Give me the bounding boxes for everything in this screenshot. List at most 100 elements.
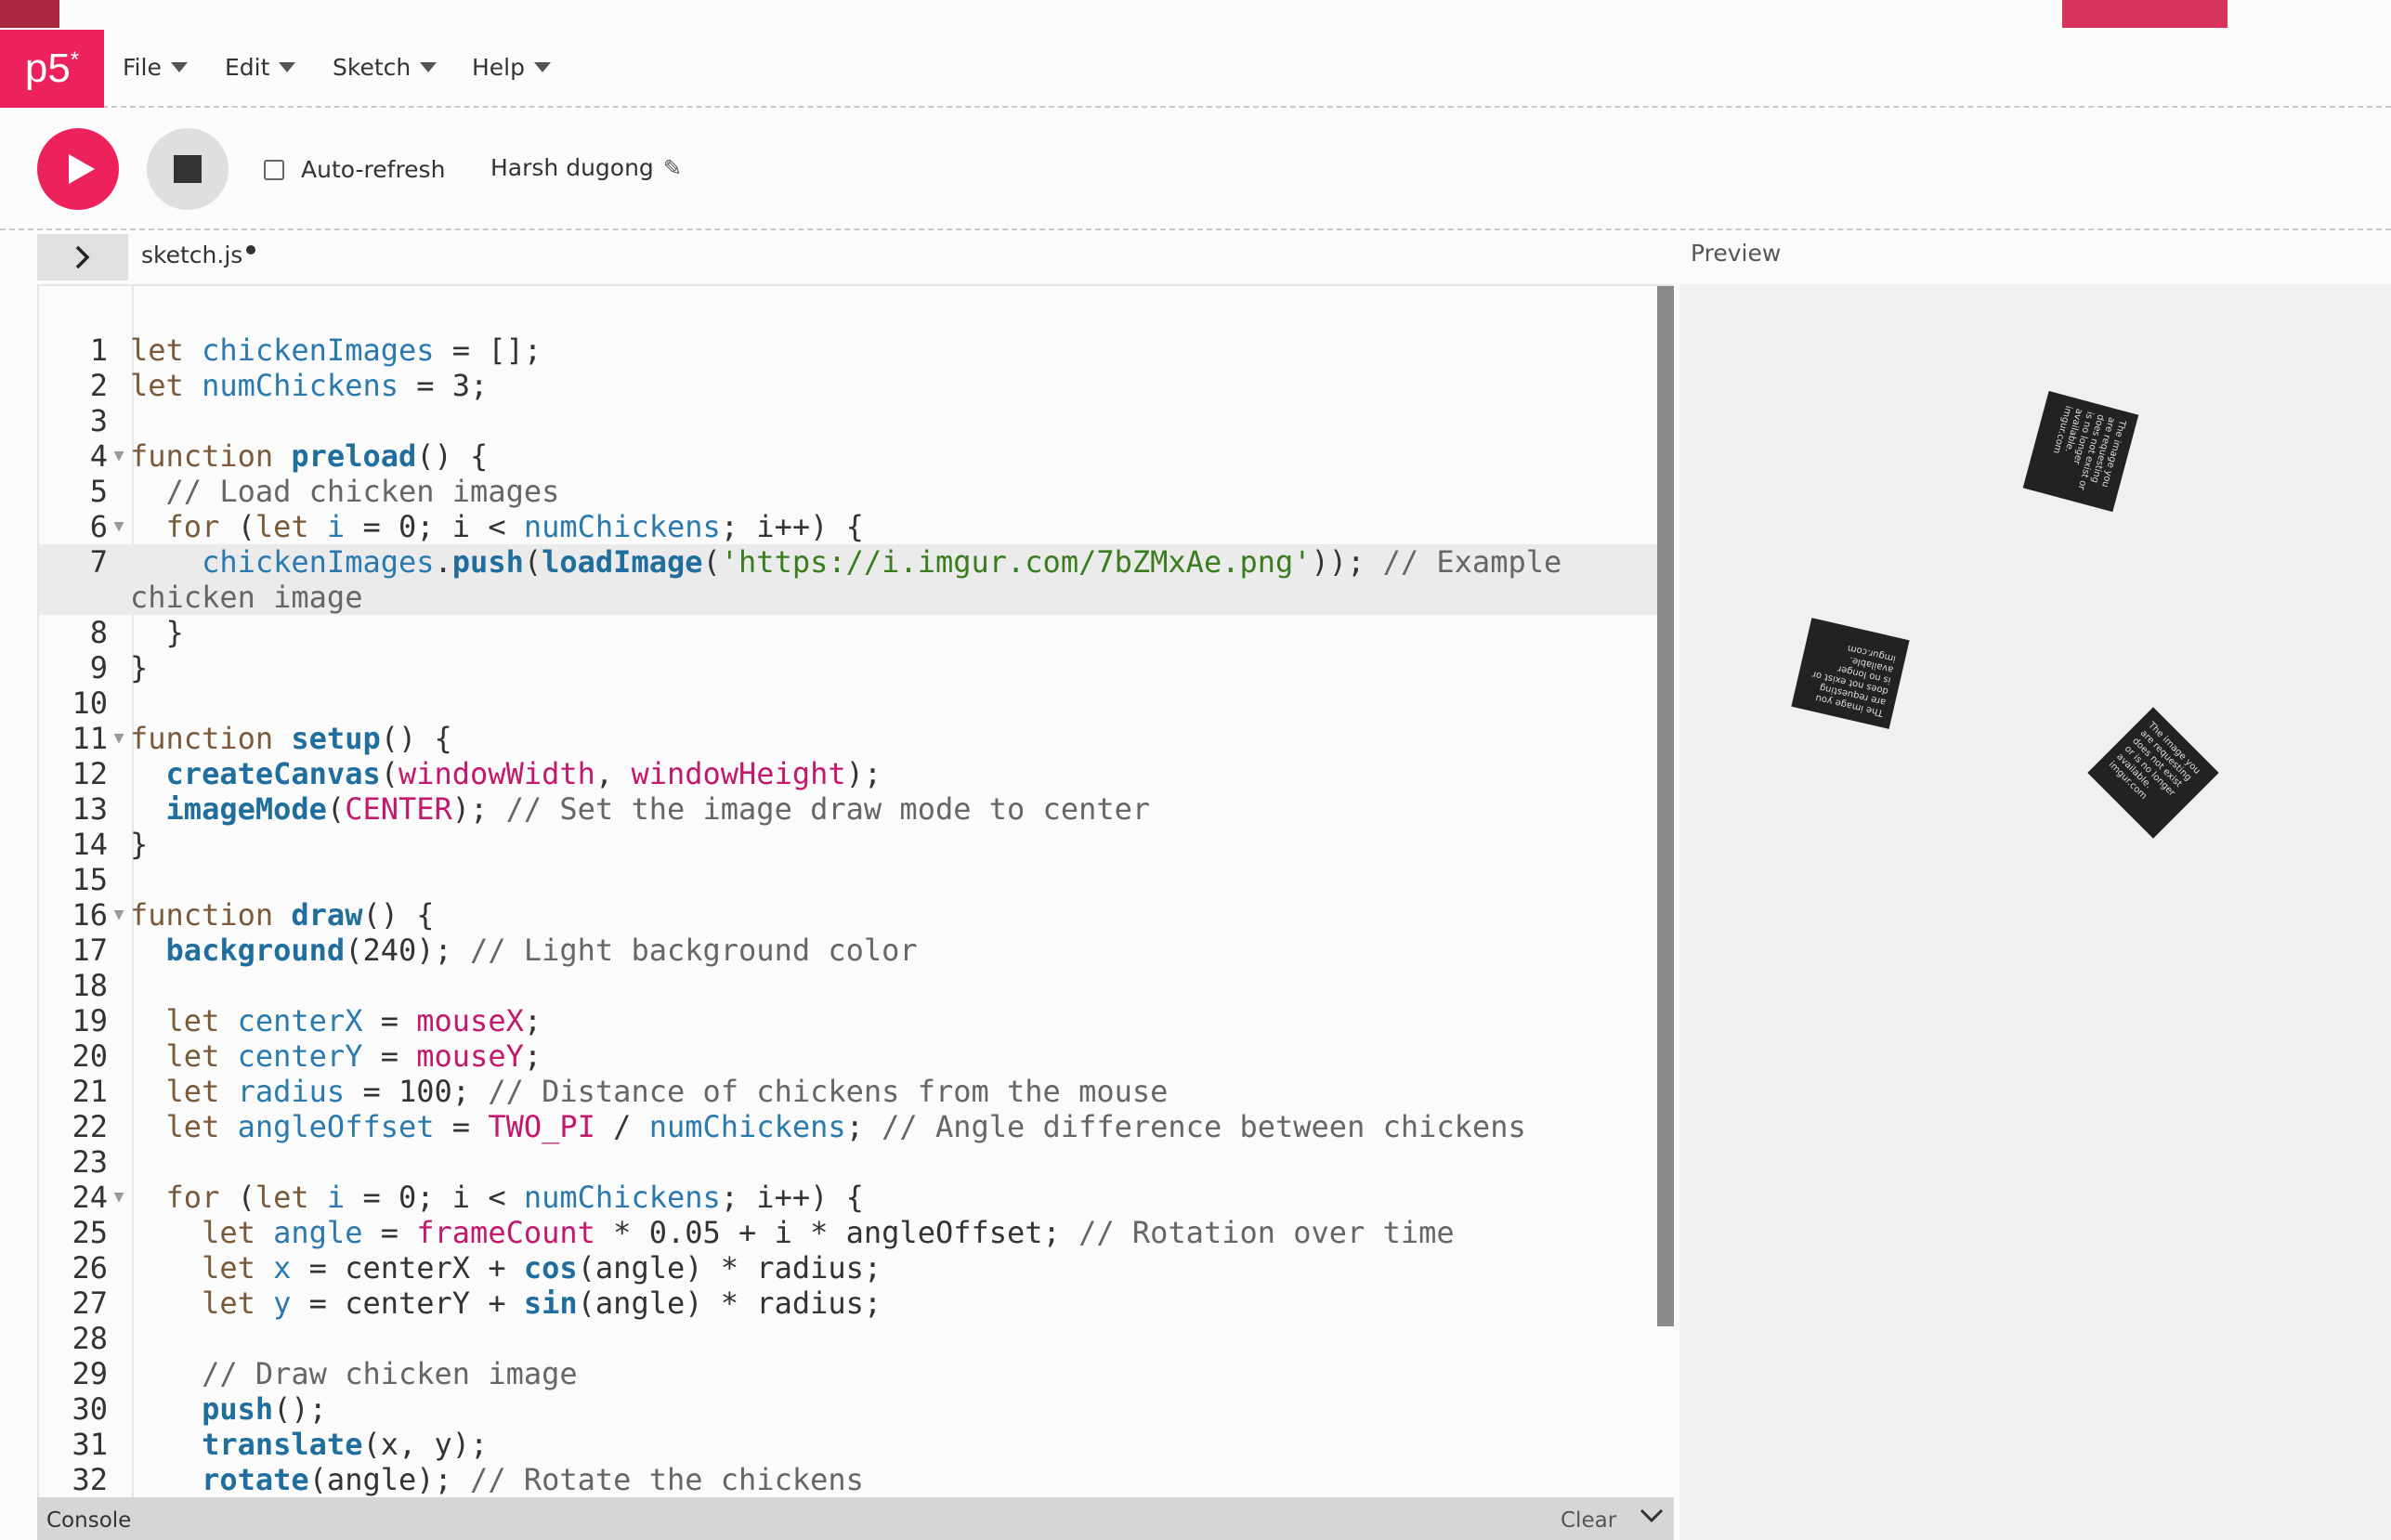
code-line[interactable]: 30 push(); (39, 1391, 1657, 1427)
code-token: let (130, 1250, 274, 1286)
fold-triangle-icon[interactable]: ▼ (108, 1180, 130, 1215)
code-editor[interactable]: 1 let chickenImages = []; 2 let numChickens… (37, 284, 1674, 1497)
line-number: 32 (72, 1462, 108, 1497)
code-token: () { (380, 721, 452, 756)
chicken-image: The image you are requesting does not ex… (2087, 707, 2219, 839)
stop-icon (174, 155, 202, 183)
fold-triangle-icon[interactable]: ▼ (108, 509, 130, 544)
stop-button[interactable] (147, 128, 229, 210)
code-token: draw (291, 897, 363, 933)
code-line[interactable]: 21 let radius = 100; // Distance of chic… (39, 1074, 1657, 1109)
code-line[interactable]: 19 let centerX = mouseX; (39, 1003, 1657, 1038)
code-line[interactable]: 18 (39, 968, 1657, 1003)
code-token: setup (291, 721, 381, 756)
menu-label: Sketch (333, 54, 412, 81)
code-line[interactable]: 25 let angle = frameCount * 0.05 + i * a… (39, 1215, 1657, 1250)
preview-canvas[interactable]: The image you are requesting does not ex… (1679, 284, 2391, 1540)
code-text: } (130, 650, 1635, 685)
sketch-name[interactable]: Harsh dugong ✎ (490, 154, 682, 181)
code-line[interactable]: 7 chickenImages.push(loadImage('https://… (39, 544, 1657, 615)
menu-edit[interactable]: Edit (225, 54, 296, 81)
code-line[interactable]: 31 translate(x, y); (39, 1427, 1657, 1462)
fold-triangle-icon[interactable]: ▼ (108, 897, 130, 933)
code-token: translate (202, 1427, 363, 1462)
code-line[interactable]: 22 let angleOffset = TWO_PI / numChicken… (39, 1109, 1657, 1144)
code-token: // Draw chicken image (130, 1356, 578, 1391)
code-token: // Set the image draw mode to center (488, 791, 1151, 827)
code-text: let centerY = mouseY; (130, 1038, 1635, 1074)
code-line[interactable]: 9} (39, 650, 1657, 685)
code-token: numChickens (523, 509, 721, 544)
line-number: 27 (72, 1286, 108, 1321)
fold-triangle-icon[interactable]: ▼ (108, 438, 130, 474)
code-token: * 0.05 + i * angleOffset; (594, 1215, 1061, 1250)
code-line[interactable]: 15 (39, 862, 1657, 897)
play-button[interactable] (37, 128, 119, 210)
code-token: radius (237, 1074, 346, 1109)
code-line[interactable]: 6 ▼ for (let i = 0; i < numChickens; i++)… (39, 509, 1657, 544)
menu-file[interactable]: File (123, 54, 188, 81)
code-line[interactable]: 1 let chickenImages = []; (39, 333, 1657, 368)
code-token: )); (1311, 544, 1365, 580)
code-line[interactable]: 10 (39, 685, 1657, 721)
code-token: i (326, 1180, 346, 1215)
code-token: angleOffset (237, 1109, 435, 1144)
code-token: let (130, 1109, 238, 1144)
code-token: function (130, 438, 292, 474)
p5-logo[interactable]: p5 * (0, 30, 104, 108)
code-lines[interactable]: 1 let chickenImages = []; 2 let numChickens… (39, 333, 1657, 1497)
code-line[interactable]: 28 (39, 1321, 1657, 1356)
line-number: 4 (89, 438, 108, 474)
code-line[interactable]: 5 // Load chicken images (39, 474, 1657, 509)
code-text: let numChickens = 3; (130, 368, 1635, 403)
chevron-down-icon[interactable] (1639, 1505, 1665, 1533)
clear-console-button[interactable]: Clear (1561, 1508, 1616, 1533)
code-line[interactable]: 29 // Draw chicken image (39, 1356, 1657, 1391)
code-token: for (130, 1180, 238, 1215)
code-line[interactable]: 20 let centerY = mouseY; (39, 1038, 1657, 1074)
code-token: chickenImages (202, 333, 435, 368)
code-line[interactable]: 32 rotate(angle); // Rotate the chickens (39, 1462, 1657, 1497)
code-token: (angle) * radius; (577, 1250, 882, 1286)
code-line[interactable]: 26 let x = centerX + cos(angle) * radius… (39, 1250, 1657, 1286)
code-text: } (130, 615, 1635, 650)
tab-sketch-js[interactable]: sketch.js (141, 241, 256, 268)
menu-sketch[interactable]: Sketch (333, 54, 438, 81)
code-token: TWO_PI (488, 1109, 595, 1144)
code-token: = centerY + (291, 1286, 524, 1321)
code-text: let centerX = mouseX; (130, 1003, 1635, 1038)
line-number: 11 (72, 721, 108, 756)
code-line[interactable]: 14} (39, 827, 1657, 862)
code-line[interactable]: 3 (39, 403, 1657, 438)
code-line[interactable]: 24 ▼ for (let i = 0; i < numChickens; i++… (39, 1180, 1657, 1215)
code-token: mouseY (416, 1038, 524, 1074)
code-line[interactable]: 4 ▼ function preload() { (39, 438, 1657, 474)
code-token: ); (845, 756, 882, 791)
preview-label: Preview (1691, 240, 1782, 267)
code-line[interactable]: 8 } (39, 615, 1657, 650)
code-line[interactable]: 23 (39, 1144, 1657, 1180)
code-line[interactable]: 17 background(240); // Light background … (39, 933, 1657, 968)
code-token: ); (451, 791, 489, 827)
chicken-image: The image you are requesting does not ex… (1791, 618, 1910, 729)
expand-sidebar-button[interactable] (37, 234, 128, 281)
code-line[interactable]: 12 createCanvas(windowWidth, windowHeigh… (39, 756, 1657, 791)
code-line[interactable]: 2 let numChickens = 3; (39, 368, 1657, 403)
code-line[interactable]: 27 let y = centerY + sin(angle) * radius… (39, 1286, 1657, 1321)
code-line[interactable]: 13 imageMode(CENTER); // Set the image d… (39, 791, 1657, 827)
fold-triangle-icon[interactable]: ▼ (108, 721, 130, 756)
caret-down-icon (279, 62, 296, 72)
code-token: ; (845, 1109, 864, 1144)
editor-scrollbar[interactable] (1657, 286, 1674, 1326)
code-line[interactable]: 16 ▼ function draw() { (39, 897, 1657, 933)
console-bar: Console Clear (37, 1497, 1674, 1540)
menu-help[interactable]: Help (472, 54, 551, 81)
pencil-icon[interactable]: ✎ (663, 155, 682, 181)
auto-refresh-checkbox[interactable] (264, 159, 284, 180)
code-line[interactable]: 11 ▼ function setup() { (39, 721, 1657, 756)
code-text: let angle = frameCount * 0.05 + i * angl… (130, 1215, 1635, 1250)
auto-refresh-toggle[interactable]: Auto-refresh (264, 156, 445, 183)
